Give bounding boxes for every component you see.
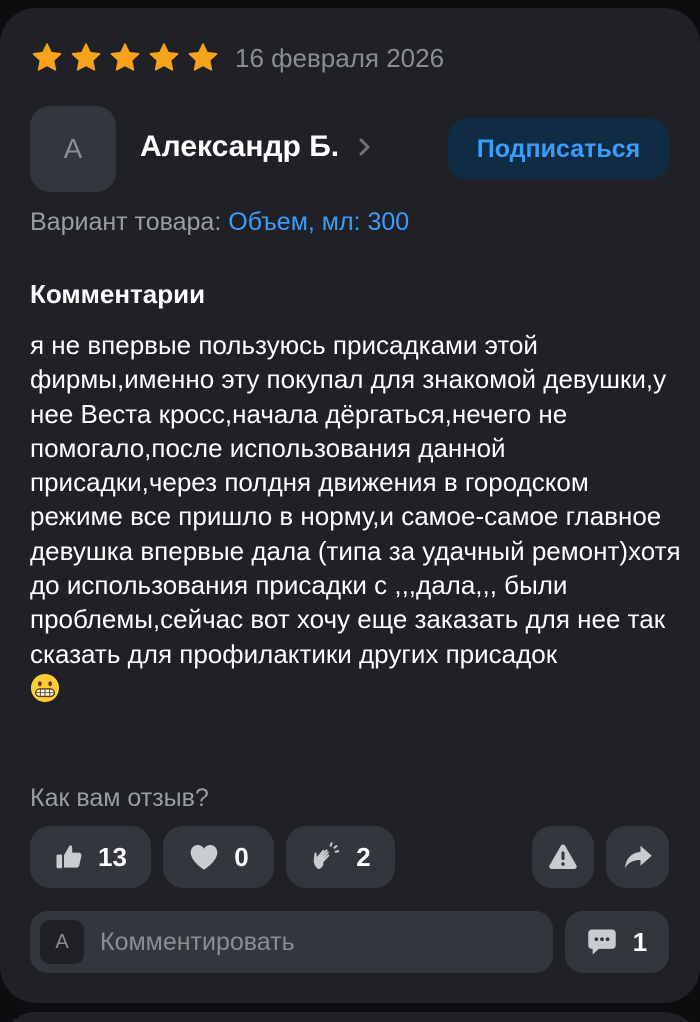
- next-review-card: [0, 1012, 700, 1022]
- chevron-right-icon: [359, 138, 370, 156]
- comment-field[interactable]: А: [30, 911, 553, 973]
- comments-heading: Комментарии: [30, 279, 206, 309]
- heart-button[interactable]: 0: [163, 826, 274, 888]
- star-icon: [32, 43, 62, 71]
- rating-stars: [30, 41, 220, 75]
- rating-row: 16 февраля 2026: [30, 38, 444, 78]
- review-text-block: я не впервые пользуюсь присадками этой ф…: [30, 328, 685, 706]
- chat-bubble-icon: [588, 929, 616, 955]
- star-icon: [188, 43, 218, 71]
- author-profile-link[interactable]: Александр Б.: [140, 130, 373, 164]
- heart-icon: [190, 845, 218, 870]
- variant-value[interactable]: Объем, мл: 300: [228, 208, 409, 236]
- comment-input[interactable]: [100, 927, 530, 957]
- star-icon: [71, 43, 101, 71]
- star-icon: [149, 43, 179, 71]
- grinning-face-icon: [30, 673, 60, 703]
- author-avatar[interactable]: А: [30, 106, 116, 192]
- share-button[interactable]: [606, 826, 669, 888]
- share-arrow-icon: [624, 845, 652, 869]
- review-text: я не впервые пользуюсь присадками этой ф…: [30, 330, 681, 669]
- like-button[interactable]: 13: [30, 826, 151, 888]
- author-name: Александр Б.: [140, 130, 340, 163]
- like-count: 13: [98, 841, 127, 872]
- review-date: 16 февраля 2026: [235, 42, 445, 73]
- product-variant: Вариант товара: Объем, мл: 300: [30, 208, 409, 237]
- clapping-hands-icon: [313, 842, 340, 869]
- clap-count: 2: [356, 841, 371, 872]
- variant-label: Вариант товара:: [30, 208, 222, 236]
- star-icon: [110, 43, 140, 71]
- report-button[interactable]: [532, 826, 594, 888]
- thumbs-up-icon: [56, 845, 82, 869]
- user-avatar: А: [40, 920, 84, 964]
- author-avatar-initial: А: [63, 133, 83, 164]
- subscribe-button[interactable]: Подписаться: [448, 118, 669, 180]
- comments-button[interactable]: 1: [565, 911, 669, 973]
- user-avatar-initial: А: [55, 930, 69, 953]
- heart-count: 0: [234, 841, 249, 872]
- warning-icon: [549, 844, 577, 869]
- comments-count: 1: [632, 926, 648, 957]
- feedback-question: Как вам отзыв?: [30, 784, 209, 812]
- clap-button[interactable]: 2: [286, 826, 395, 888]
